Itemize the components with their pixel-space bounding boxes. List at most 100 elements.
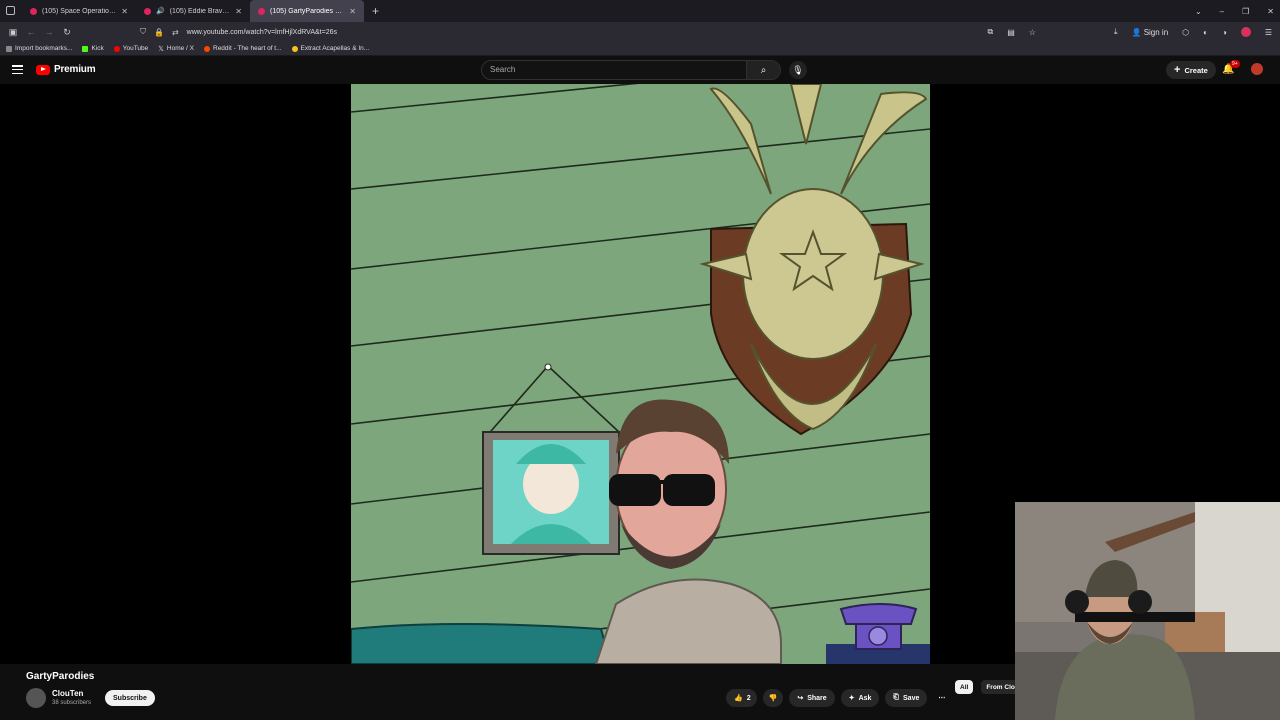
browser-tab-3[interactable]: (105) GartyParodies - YouTube ✕ bbox=[250, 0, 364, 22]
youtube-header: Premium ⌕ 🎙 + Create 🔔 9+ bbox=[0, 56, 1280, 84]
url-text[interactable]: www.youtube.com/watch?v=lmfHjlXdRVA&t=26… bbox=[187, 29, 337, 36]
bookmark-label: Extract Acapellas & In... bbox=[300, 45, 370, 52]
bookmark-youtube[interactable]: YouTube bbox=[113, 45, 148, 52]
subscriber-count: 38 subscribers bbox=[52, 700, 92, 706]
like-button[interactable]: 👍 2 bbox=[726, 689, 757, 707]
menu-icon[interactable]: ☰ bbox=[1265, 28, 1272, 37]
user-avatar[interactable] bbox=[1251, 63, 1263, 75]
chip-all[interactable]: All bbox=[955, 680, 974, 694]
bookmarks-bar: Import bookmarks... Kick YouTube 𝕏 Home /… bbox=[0, 42, 1280, 56]
video-title: GartyParodies bbox=[26, 671, 95, 682]
logo-text: Premium bbox=[54, 64, 96, 75]
restore-icon[interactable]: ❐ bbox=[1242, 7, 1249, 16]
video-frame[interactable] bbox=[351, 84, 930, 664]
close-tab-icon[interactable]: ✕ bbox=[121, 7, 128, 16]
dislike-button[interactable]: 👎 bbox=[762, 689, 784, 707]
chevron-down-icon[interactable]: ⌄ bbox=[1195, 7, 1202, 16]
channel-name[interactable]: ClouTen bbox=[52, 689, 83, 698]
save-label: Save bbox=[903, 694, 920, 702]
youtube-premium-logo[interactable]: Premium bbox=[36, 64, 96, 75]
share-label: Share bbox=[807, 694, 827, 702]
url-bar[interactable]: ⛉ 🔒 ⇄ www.youtube.com/watch?v=lmfHjlXdRV… bbox=[134, 24, 1084, 40]
minimize-icon[interactable]: – bbox=[1220, 7, 1224, 16]
video-actions: 👍 2 👎 ↪ Share ✦ Ask ⎗ Save ⋯ bbox=[726, 689, 950, 707]
microphone-icon: 🎙 bbox=[792, 64, 804, 75]
recommendation-chips: All From Clou bbox=[955, 680, 1024, 694]
sidebar-icon[interactable]: ▣ bbox=[4, 27, 22, 38]
new-tab-button[interactable]: + bbox=[364, 4, 387, 18]
more-icon: ⋯ bbox=[938, 695, 946, 702]
more-actions-button[interactable]: ⋯ bbox=[933, 689, 950, 707]
bookmark-kick[interactable]: Kick bbox=[82, 45, 104, 52]
acapellas-icon bbox=[291, 45, 298, 52]
bookmark-label: Import bookmarks... bbox=[15, 45, 73, 52]
star-icon[interactable]: ☆ bbox=[1029, 28, 1036, 37]
subscribe-button[interactable]: Subscribe bbox=[105, 690, 155, 706]
create-button[interactable]: + Create bbox=[1166, 61, 1216, 79]
lock-icon[interactable]: 🔒 bbox=[154, 28, 164, 37]
save-button[interactable]: ⎗ Save bbox=[885, 689, 928, 707]
youtube-favicon-icon bbox=[258, 7, 265, 15]
bookmark-reddit[interactable]: Reddit - The heart of t... bbox=[204, 45, 282, 52]
picture-in-picture-icon[interactable]: ⧉ bbox=[988, 27, 994, 37]
close-tab-icon[interactable]: ✕ bbox=[349, 7, 356, 16]
sign-in-button[interactable]: 👤 Sign in bbox=[1132, 28, 1169, 37]
tab-title: (105) GartyParodies - YouTube bbox=[270, 7, 344, 15]
bookmark-acapellas[interactable]: Extract Acapellas & In... bbox=[291, 45, 370, 52]
back-icon[interactable]: ← bbox=[22, 27, 40, 37]
tab-title: (105) Space Operations Update bbox=[42, 7, 117, 15]
speaker-icon[interactable]: ◐ bbox=[1203, 28, 1208, 37]
share-button[interactable]: ↪ Share bbox=[789, 689, 835, 707]
cartoon-scene-image bbox=[351, 84, 930, 664]
forward-icon[interactable]: → bbox=[40, 27, 58, 37]
youtube-play-icon bbox=[36, 64, 50, 75]
window-controls: ⌄ – ❐ ✕ bbox=[1195, 0, 1274, 22]
browser-tab-bar: (105) Space Operations Update ✕ 🔊 (105) … bbox=[0, 0, 1280, 22]
reader-view-icon[interactable]: ▤ bbox=[1007, 28, 1015, 37]
browser-tab-2[interactable]: 🔊 (105) Eddie Bravo's Theory ✕ bbox=[136, 0, 250, 22]
webcam-overlay bbox=[1015, 502, 1280, 720]
kick-icon bbox=[82, 45, 89, 52]
thumbs-down-icon: 👎 bbox=[768, 695, 778, 702]
webcam-feed-image bbox=[1015, 502, 1280, 720]
share-icon: ↪ bbox=[797, 695, 804, 702]
plus-icon: + bbox=[1174, 64, 1181, 76]
search-box: ⌕ bbox=[481, 60, 781, 80]
search-button[interactable]: ⌕ bbox=[746, 61, 780, 79]
sparkle-icon: ✦ bbox=[848, 695, 855, 702]
speaker-icon[interactable]: 🔊 bbox=[156, 7, 165, 15]
ask-label: Ask bbox=[858, 694, 872, 702]
download-icon[interactable]: ⤓ bbox=[1114, 27, 1118, 37]
import-icon bbox=[6, 45, 12, 52]
reddit-icon bbox=[204, 45, 210, 52]
sign-in-label: Sign in bbox=[1143, 27, 1169, 37]
notification-count-badge: 9+ bbox=[1230, 60, 1240, 68]
ask-button[interactable]: ✦ Ask bbox=[840, 689, 880, 707]
reload-icon[interactable]: ↻ bbox=[58, 27, 76, 38]
bookmark-label: Reddit - The heart of t... bbox=[213, 45, 282, 52]
close-window-icon[interactable]: ✕ bbox=[1267, 7, 1274, 16]
shield-icon[interactable]: ⛉ bbox=[140, 27, 146, 37]
browser-tab-1[interactable]: (105) Space Operations Update ✕ bbox=[22, 0, 136, 22]
channel-avatar[interactable] bbox=[26, 688, 46, 708]
youtube-favicon-icon bbox=[144, 7, 151, 15]
close-tab-icon[interactable]: ✕ bbox=[235, 7, 242, 16]
bookmark-import[interactable]: Import bookmarks... bbox=[6, 45, 72, 52]
extensions-icon[interactable]: ⬡ bbox=[1182, 28, 1189, 37]
voice-search-button[interactable]: 🎙 bbox=[789, 61, 807, 79]
search-input[interactable] bbox=[490, 65, 730, 74]
hamburger-menu-icon[interactable] bbox=[12, 65, 23, 74]
browser-nav-bar: ▣ ← → ↻ ⛉ 🔒 ⇄ www.youtube.com/watch?v=lm… bbox=[0, 22, 1280, 42]
like-count: 2 bbox=[746, 694, 751, 702]
tab-list-icon[interactable] bbox=[6, 6, 15, 15]
bookmark-label: Home / X bbox=[166, 45, 194, 52]
bookmark-x[interactable]: 𝕏 Home / X bbox=[158, 45, 194, 53]
profile-avatar-icon[interactable] bbox=[1240, 27, 1251, 37]
permissions-icon[interactable]: ⇄ bbox=[172, 28, 179, 37]
bookmark-label: Kick bbox=[91, 45, 104, 52]
tab-title: (105) Eddie Bravo's Theory bbox=[169, 7, 231, 15]
bookmark-icon: ⎗ bbox=[893, 694, 900, 701]
audio-toggle-icon[interactable]: ◑ bbox=[1222, 28, 1227, 37]
x-logo-icon: 𝕏 bbox=[158, 45, 164, 53]
youtube-icon bbox=[113, 45, 120, 52]
